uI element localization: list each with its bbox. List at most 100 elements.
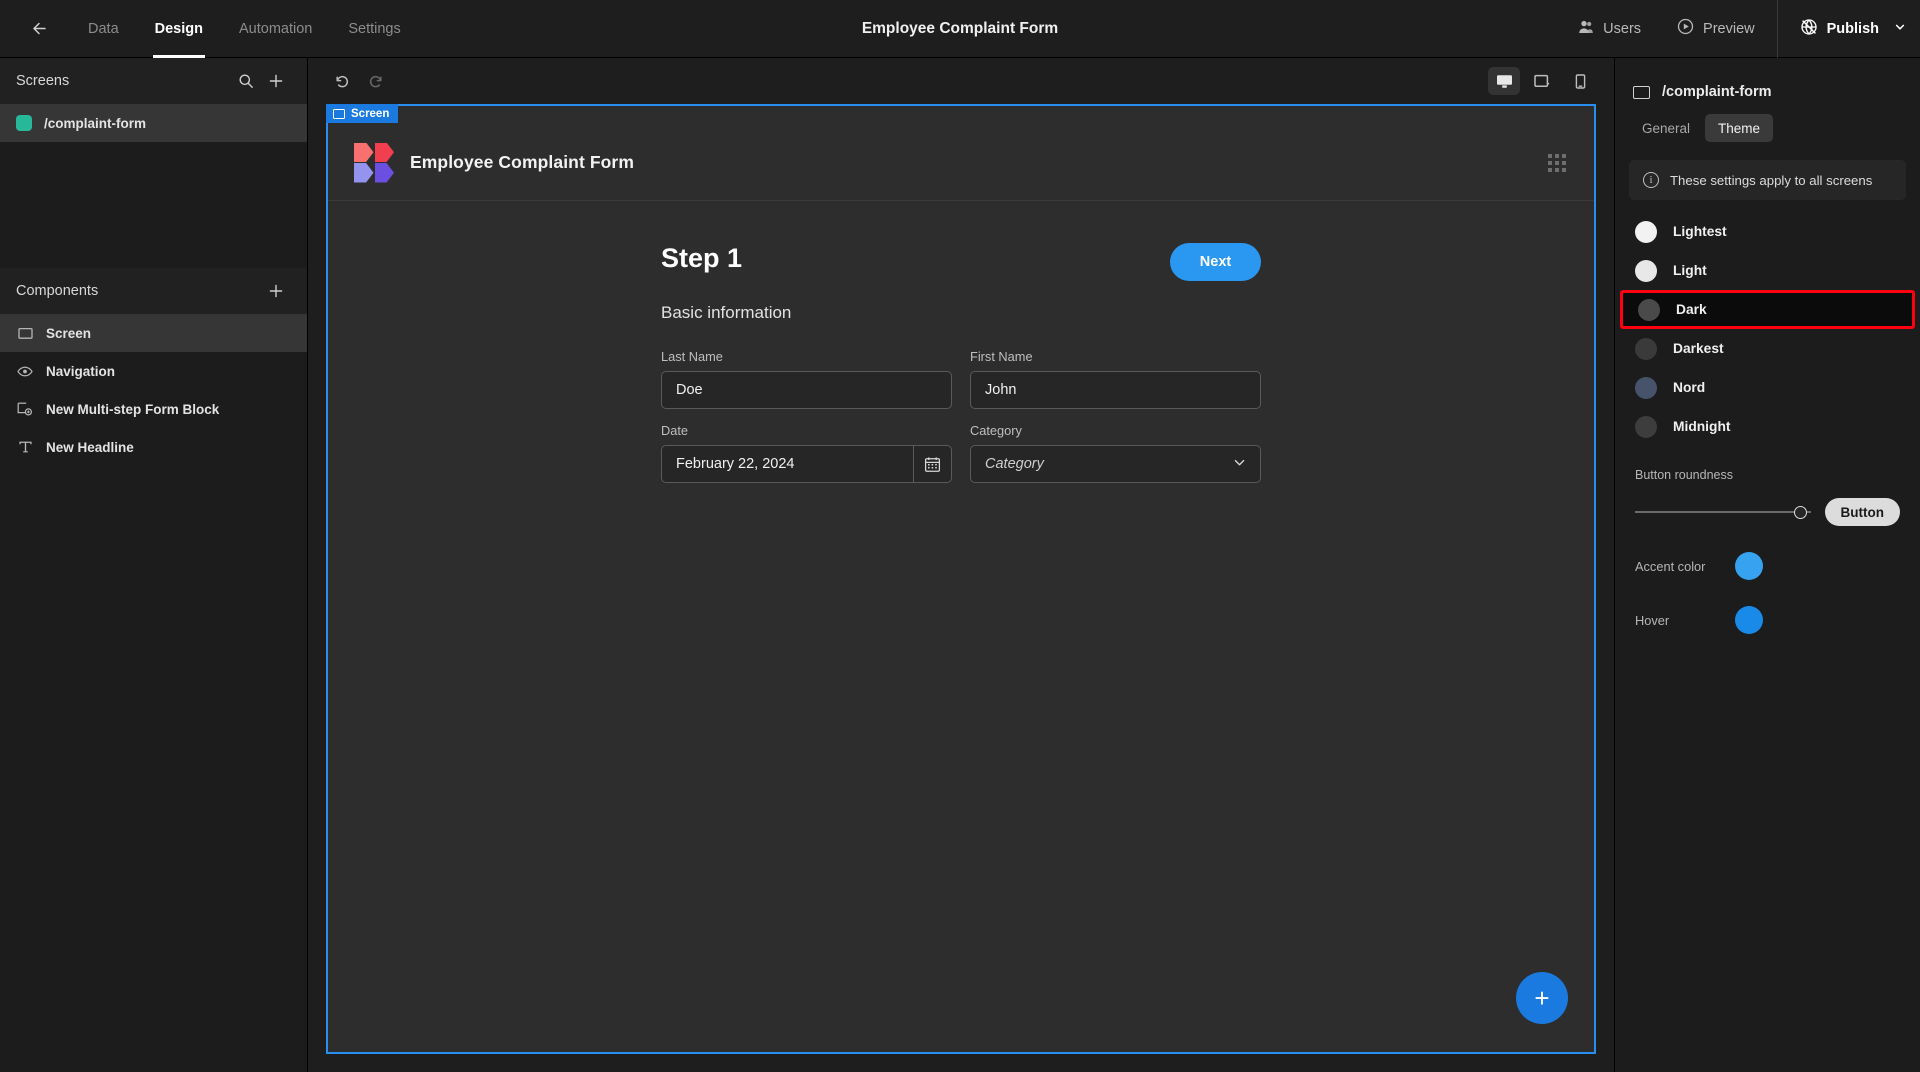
nav-tab-design-label: Design [154, 20, 203, 37]
right-panel-tabs: General Theme [1615, 114, 1920, 142]
canvas-toolbar [308, 58, 1614, 104]
preview-button[interactable]: Preview [1659, 0, 1773, 58]
nav-tab-data[interactable]: Data [70, 0, 137, 58]
device-desktop-button[interactable] [1488, 67, 1520, 95]
screen-selection-badge: Screen [326, 104, 399, 123]
redo-icon[interactable] [362, 66, 392, 96]
field-category-label: Category [970, 423, 1022, 438]
category-select[interactable]: Category [970, 445, 1261, 483]
publish-button[interactable]: Publish [1782, 0, 1920, 58]
nav-tab-settings-label: Settings [348, 20, 401, 37]
first-name-input[interactable]: John [970, 371, 1261, 409]
date-input-wrapper[interactable]: February 22, 2024 [661, 445, 952, 483]
users-label: Users [1603, 20, 1642, 37]
form-row-1: Last Name Doe First Name John [661, 349, 1261, 409]
field-last-name-label: Last Name [661, 349, 723, 364]
screen-icon [1633, 85, 1650, 99]
nav-tab-settings[interactable]: Settings [330, 0, 418, 58]
slider-knob[interactable] [1793, 505, 1807, 519]
settings-info-banner: i These settings apply to all screens [1629, 160, 1906, 200]
theme-option-label: Dark [1676, 302, 1707, 317]
screen-item-label: /complaint-form [44, 115, 147, 131]
theme-color-dot [1635, 220, 1657, 243]
add-block-fab-button[interactable]: + [1516, 972, 1568, 1024]
chevron-down-icon [1894, 21, 1906, 37]
slider-track [1635, 511, 1811, 513]
tab-theme[interactable]: Theme [1705, 114, 1774, 142]
date-input-value: February 22, 2024 [676, 456, 795, 472]
theme-option-lightest[interactable]: Lightest [1615, 212, 1920, 251]
add-component-icon[interactable] [261, 276, 291, 306]
component-item-form-block[interactable]: New Multi-step Form Block [0, 390, 307, 428]
nav-tab-data-label: Data [88, 20, 119, 37]
screen-app-header[interactable]: Employee Complaint Form [328, 125, 1594, 201]
field-last-name: Last Name Doe [661, 349, 952, 409]
hover-color-control: Hover [1615, 606, 1920, 634]
accent-color-swatch[interactable] [1735, 552, 1763, 580]
components-title: Components [16, 283, 99, 299]
theme-option-label: Midnight [1673, 419, 1731, 434]
step-title: Step 1 [661, 243, 743, 273]
theme-color-dot [1635, 415, 1657, 438]
screen-item-complaint-form[interactable]: /complaint-form [0, 104, 307, 142]
drag-handle-icon[interactable] [1546, 152, 1568, 174]
category-placeholder: Category [985, 456, 1044, 472]
theme-option-label: Darkest [1673, 341, 1724, 356]
right-sidebar: /complaint-form General Theme i These se… [1614, 58, 1920, 1072]
main-nav-tabs: Data Design Automation Settings [70, 0, 419, 58]
field-category: Category Category [970, 423, 1261, 483]
screen-frame[interactable]: Screen Employee Complaint Form Step 1 Ne… [326, 104, 1596, 1054]
device-toggle-group [1488, 67, 1596, 95]
theme-option-darkest[interactable]: Darkest [1615, 329, 1920, 368]
form-container: Step 1 Next Basic information Last Name … [661, 243, 1261, 483]
last-name-input[interactable]: Doe [661, 371, 952, 409]
add-screen-icon[interactable] [261, 66, 291, 96]
users-button[interactable]: Users [1560, 0, 1659, 58]
device-tablet-button[interactable] [1526, 67, 1558, 95]
theme-option-midnight[interactable]: Midnight [1615, 407, 1920, 446]
component-item-screen[interactable]: Screen [0, 314, 307, 352]
component-item-headline[interactable]: New Headline [0, 428, 307, 466]
theme-option-label: Light [1673, 263, 1707, 278]
top-bar-divider [1776, 0, 1778, 58]
top-bar-right: Users Preview Publish [1560, 0, 1920, 58]
theme-color-dot [1635, 376, 1657, 399]
field-first-name-label: First Name [970, 349, 1033, 364]
publish-label: Publish [1826, 20, 1879, 37]
screens-empty-space [0, 142, 307, 268]
top-bar-left: Data Design Automation Settings [0, 0, 419, 58]
device-mobile-button[interactable] [1564, 67, 1596, 95]
chevron-down-icon [1232, 455, 1247, 474]
back-arrow-icon[interactable] [22, 12, 56, 46]
main-body: Screens /complaint-form Components Scree… [0, 58, 1920, 1072]
screens-panel-header: Screens [0, 58, 307, 104]
theme-option-light[interactable]: Light [1615, 251, 1920, 290]
next-button[interactable]: Next [1170, 243, 1261, 281]
screens-title: Screens [16, 73, 70, 89]
undo-icon[interactable] [326, 66, 356, 96]
screen-body: Step 1 Next Basic information Last Name … [328, 201, 1594, 1052]
search-icon[interactable] [231, 66, 261, 96]
app-root: Data Design Automation Settings Employee… [0, 0, 1920, 1072]
theme-option-nord[interactable]: Nord [1615, 368, 1920, 407]
accent-color-control: Accent color [1615, 552, 1920, 580]
accent-color-label: Accent color [1635, 558, 1706, 574]
components-list: Screen Navigation New Multi-step Form Bl… [0, 314, 307, 466]
info-icon: i [1643, 172, 1659, 188]
nav-tab-design[interactable]: Design [137, 0, 221, 58]
theme-option-dark[interactable]: Dark [1620, 290, 1915, 329]
button-roundness-label: Button roundness [1635, 468, 1733, 482]
component-item-navigation[interactable]: Navigation [0, 352, 307, 390]
hover-color-label: Hover [1635, 612, 1670, 628]
nav-tab-automation[interactable]: Automation [221, 0, 330, 58]
screen-icon [16, 324, 34, 342]
tab-general[interactable]: General [1629, 114, 1703, 142]
app-logo-icon [354, 142, 394, 183]
screen-badge-icon [333, 108, 345, 119]
theme-option-label: Nord [1673, 380, 1706, 395]
calendar-icon[interactable] [913, 446, 951, 482]
roundness-slider[interactable] [1635, 504, 1811, 520]
form-block-icon [16, 400, 34, 418]
hover-color-swatch[interactable] [1735, 606, 1763, 634]
screen-badge-label: Screen [351, 107, 390, 120]
